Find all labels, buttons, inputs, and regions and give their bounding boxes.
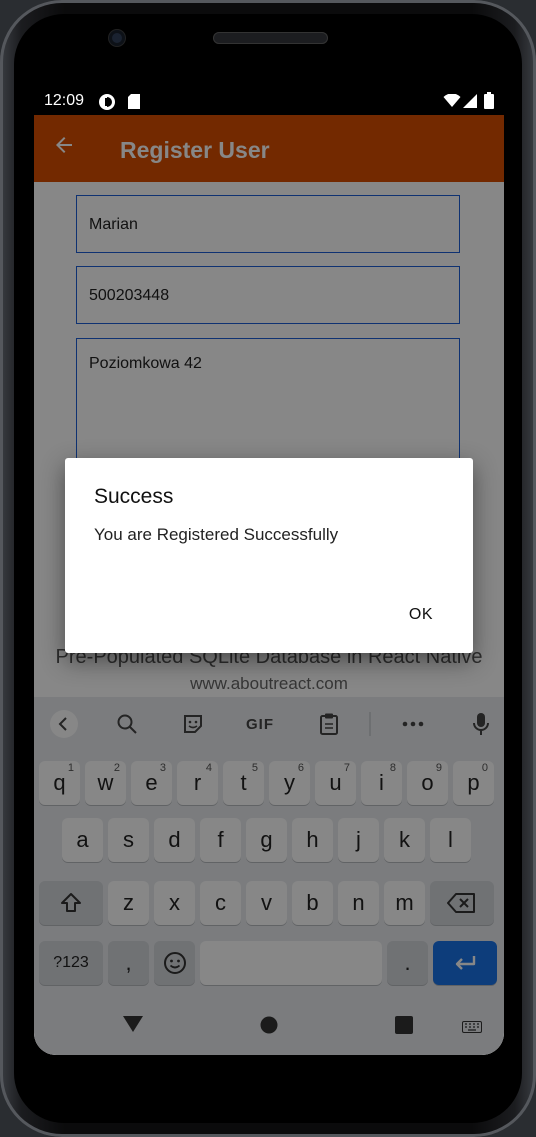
front-camera xyxy=(109,30,125,46)
sim-card-icon xyxy=(127,93,141,115)
status-time: 12:09 xyxy=(44,92,85,109)
data-saver-icon xyxy=(98,93,116,116)
phone-frame: 12:09 Register User Marian 500203448 Poz… xyxy=(0,0,536,1137)
screen: 12:09 Register User Marian 500203448 Poz… xyxy=(34,87,504,1055)
status-bar: 12:09 xyxy=(34,87,504,115)
dialog-title: Success xyxy=(94,485,174,508)
wifi-icon xyxy=(443,93,461,113)
battery-icon xyxy=(484,92,494,114)
signal-icon xyxy=(463,94,477,113)
earpiece-speaker xyxy=(213,32,328,44)
success-dialog: Success You are Registered Successfully … xyxy=(65,458,473,653)
ok-button[interactable]: OK xyxy=(409,606,433,624)
dialog-message: You are Registered Successfully xyxy=(94,525,339,544)
